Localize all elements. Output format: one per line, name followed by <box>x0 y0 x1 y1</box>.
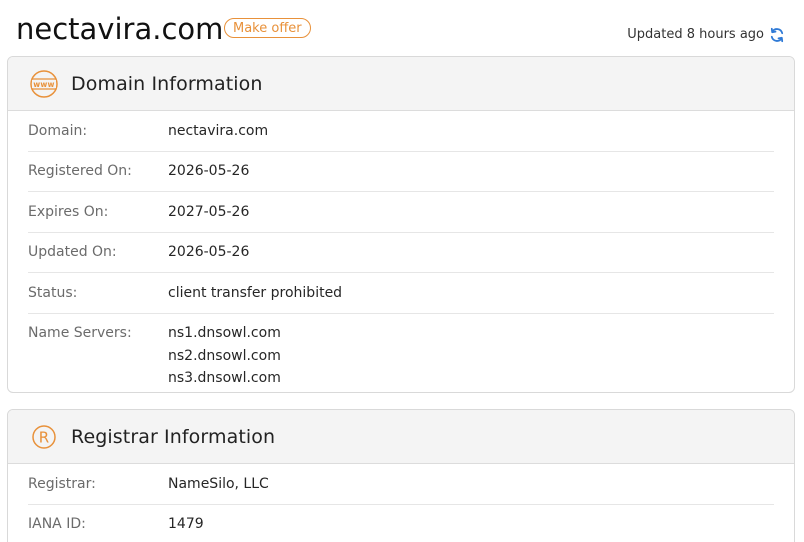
iana-id-row: IANA ID: 1479 <box>28 505 774 542</box>
expires-on-row: Expires On: 2027-05-26 <box>28 192 774 233</box>
expires-on-label: Expires On: <box>28 203 109 220</box>
name-servers-label: Name Servers: <box>28 325 132 341</box>
registrar-label: Registrar: <box>28 475 96 492</box>
registrar-information-title: Registrar Information <box>71 425 276 448</box>
make-offer-button[interactable]: Make offer <box>224 18 311 38</box>
name-servers-row: Name Servers: ns1.dnsowl.com ns2.dnsowl.… <box>28 314 774 393</box>
refresh-icon[interactable] <box>769 27 785 43</box>
updated-on-value: 2026-05-26 <box>168 244 250 260</box>
registrar-value: NameSilo, LLC <box>168 475 269 492</box>
page-title: nectavira.com <box>16 12 224 46</box>
domain-information-title: Domain Information <box>71 72 263 95</box>
domain-value: nectavira.com <box>168 122 269 139</box>
name-server-3: ns3.dnsowl.com <box>168 370 281 386</box>
updated-on-row: Updated On: 2026-05-26 <box>28 233 774 273</box>
domain-row: Domain: nectavira.com <box>28 111 774 152</box>
status-row: Status: client transfer prohibited <box>28 273 774 314</box>
registered-on-row: Registered On: 2026-05-26 <box>28 152 774 192</box>
updated-text: Updated 8 hours ago <box>627 27 764 42</box>
name-server-2: ns2.dnsowl.com <box>168 347 281 364</box>
registrar-row: Registrar: NameSilo, LLC <box>28 464 774 505</box>
registered-on-label: Registered On: <box>28 163 132 179</box>
svg-text:R: R <box>39 428 49 446</box>
registrar-information-header: R Registrar Information <box>8 410 794 464</box>
domain-information-rows: Domain: nectavira.com Registered On: 202… <box>8 111 794 393</box>
status-label: Status: <box>28 284 78 301</box>
name-servers-list: ns1.dnsowl.com ns2.dnsowl.com ns3.dnsowl… <box>168 322 281 390</box>
status-value: client transfer prohibited <box>168 284 343 301</box>
name-server-1: ns1.dnsowl.com <box>168 325 281 341</box>
domain-information-card: www Domain Information Domain: nectavira… <box>7 56 795 393</box>
registrar-information-rows: Registrar: NameSilo, LLC IANA ID: 1479 <box>8 464 794 542</box>
registrar-information-card: R Registrar Information Registrar: NameS… <box>7 409 795 542</box>
registered-on-value: 2026-05-26 <box>168 163 250 179</box>
domain-label: Domain: <box>28 122 88 139</box>
registered-trademark-icon: R <box>29 422 59 452</box>
expires-on-value: 2027-05-26 <box>168 203 250 220</box>
iana-id-value: 1479 <box>168 516 204 532</box>
updated-status: Updated 8 hours ago <box>627 25 785 45</box>
whois-page: nectavira.com Make offer Updated 8 hours… <box>0 0 804 542</box>
www-globe-icon: www <box>29 69 59 99</box>
updated-on-label: Updated On: <box>28 244 117 260</box>
svg-text:www: www <box>33 79 54 88</box>
iana-id-label: IANA ID: <box>28 516 86 532</box>
domain-information-header: www Domain Information <box>8 57 794 111</box>
